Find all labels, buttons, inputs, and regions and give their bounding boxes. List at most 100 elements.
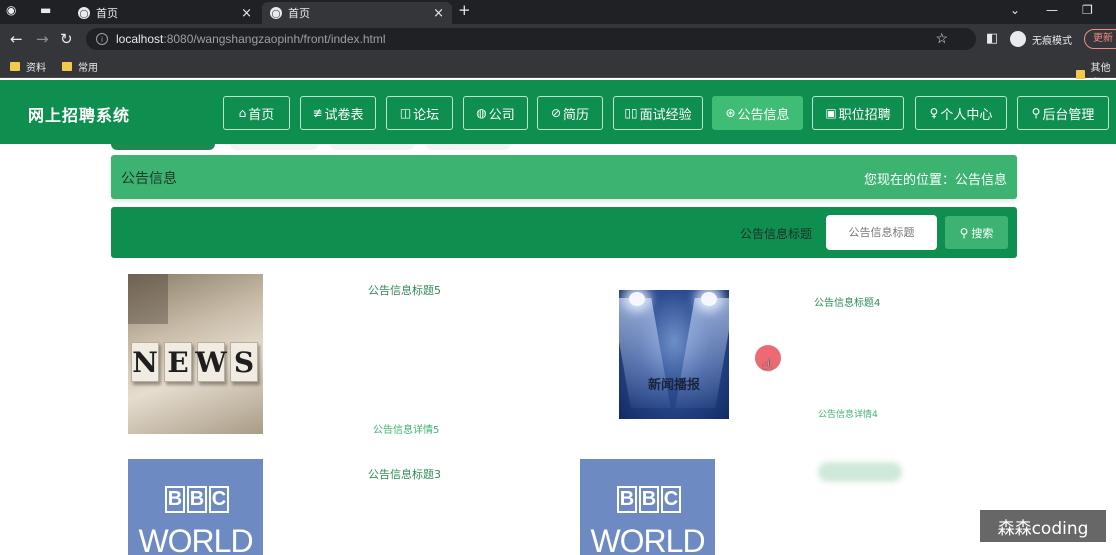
restore-icon[interactable]: ❐ (1082, 3, 1093, 17)
bookmark-star-icon[interactable]: ☆ (935, 30, 948, 47)
search-button-label: 搜索 (971, 226, 994, 240)
nav-forum[interactable]: ◫ 论坛 (386, 96, 453, 130)
search-input[interactable] (826, 215, 937, 250)
hand-cursor-icon: ☝ (762, 356, 773, 376)
tab-list-icon[interactable]: ⌄ (1010, 3, 1020, 17)
nav-label: 试卷表 (324, 107, 364, 123)
tab-search-icon[interactable]: ▬ (40, 3, 51, 17)
news-image-caption: WORLD (590, 523, 705, 555)
nav-admin[interactable]: ⚲ 后台管理 (1017, 96, 1109, 130)
minimize-icon[interactable]: — (1046, 3, 1058, 17)
tab-title: 首页 (96, 7, 118, 20)
search-icon: ⚲ (959, 225, 969, 240)
nav-exam[interactable]: ≢ 试卷表 (300, 96, 376, 130)
news-letter: W (195, 342, 227, 382)
browser-tab-2[interactable]: ◯ 首页 × (262, 2, 452, 24)
nav-label: 首页 (248, 107, 275, 123)
carousel-indicator (111, 144, 215, 150)
nav-label: 简历 (563, 107, 590, 123)
watermark: 森森coding (980, 510, 1106, 542)
browser-toolbar: ← → ↻ i localhost:8080/wangshangzaopinh/… (0, 24, 1116, 54)
new-tab-button[interactable]: + (458, 1, 471, 19)
nav-announcement[interactable]: ⊛ 公告信息 (712, 96, 803, 130)
bookmark-label: 常用 (78, 63, 98, 74)
news-title[interactable]: 公告信息标题5 (368, 282, 441, 298)
nav-label: 个人中心 (940, 107, 993, 123)
nav-interview[interactable]: ▯▯ 面试经验 (613, 96, 703, 130)
folder-icon (1076, 69, 1085, 79)
nav-label: 职位招聘 (838, 107, 891, 123)
nav-resume[interactable]: ⊘ 简历 (537, 96, 603, 130)
news-image[interactable]: B B C WORLD (580, 459, 715, 555)
home-icon: ⌂ (238, 106, 247, 120)
news-image-caption: WORLD (138, 523, 253, 555)
close-tab-icon[interactable]: × (241, 6, 252, 21)
section-title: 公告信息 (121, 171, 177, 187)
site-title: 网上招聘系统 (28, 106, 131, 125)
news-image[interactable]: B B C WORLD (128, 459, 263, 555)
announcement-icon: ⊛ (725, 106, 736, 120)
bookmark-folder[interactable]: 常用 (62, 59, 98, 74)
section-title-bar: 公告信息 您现在的位置：公告信息 (111, 155, 1017, 199)
carousel-indicator (426, 144, 510, 150)
update-button[interactable]: 更新 (1084, 29, 1116, 49)
news-title-placeholder (818, 462, 902, 482)
incognito-label: 无痕模式 (1032, 35, 1072, 47)
folder-icon (62, 62, 72, 71)
reload-icon[interactable]: ↻ (60, 30, 73, 48)
interview-icon: ▯▯ (624, 106, 638, 120)
news-image-caption: 新闻播报 (647, 378, 700, 393)
resume-icon: ⊘ (550, 106, 562, 120)
bookmark-folder[interactable]: 资料 (10, 59, 46, 74)
nav-label: 公告信息 (737, 107, 790, 123)
news-letter: N (131, 342, 159, 382)
browser-menu-icon[interactable]: ◉ (6, 3, 16, 17)
nav-label: 面试经验 (639, 107, 692, 123)
bookmark-label: 资料 (26, 63, 46, 74)
url-host: localhost (116, 32, 164, 46)
tab-title: 首页 (288, 7, 310, 20)
incognito-indicator[interactable]: 无痕模式 (1010, 31, 1072, 47)
nav-label: 论坛 (413, 107, 440, 123)
breadcrumb: 您现在的位置：公告信息 (863, 173, 1007, 188)
url-path: :8080/wangshangzaopinh/front/index.html (163, 32, 386, 46)
back-arrow-icon[interactable]: ← (10, 30, 23, 48)
close-tab-icon[interactable]: × (433, 6, 444, 21)
address-bar[interactable]: i localhost:8080/wangshangzaopinh/front/… (86, 28, 976, 50)
news-letter: E (164, 342, 192, 382)
nav-home[interactable]: ⌂ 首页 (223, 96, 290, 130)
news-image[interactable]: 新闻播报 (619, 290, 729, 419)
browser-tab-strip: ◉ ▬ ◯ 首页 × ◯ 首页 × + ⌄ — ❐ (0, 0, 1116, 24)
jobs-icon: ▣ (825, 106, 837, 120)
nav-company[interactable]: ◍ 公司 (463, 96, 528, 130)
carousel-indicator (230, 144, 318, 150)
link-icon: ⚲ (1031, 106, 1041, 120)
globe-icon: ◯ (78, 7, 90, 19)
search-label: 公告信息标题 (740, 227, 813, 241)
side-panel-icon[interactable]: ◧ (986, 31, 998, 46)
news-title[interactable]: 公告信息标题4 (814, 294, 880, 309)
folder-icon (10, 62, 20, 71)
list-icon: ≢ (312, 106, 323, 120)
news-detail[interactable]: 公告信息详情5 (373, 421, 439, 436)
news-image[interactable]: N E W S (128, 274, 263, 434)
globe-icon: ◍ (476, 106, 487, 120)
browser-tab-1[interactable]: ◯ 首页 × (70, 2, 260, 24)
nav-label: 公司 (488, 107, 515, 123)
nav-label: 后台管理 (1042, 107, 1095, 123)
search-button[interactable]: ⚲ 搜索 (945, 216, 1008, 249)
nav-jobs[interactable]: ▣ 职位招聘 (812, 96, 904, 130)
incognito-icon (1010, 31, 1026, 47)
carousel-indicator (330, 144, 414, 150)
user-icon: ♀ (929, 106, 939, 120)
site-info-icon[interactable]: i (96, 33, 108, 45)
forum-icon: ◫ (399, 106, 412, 120)
site-header: 网上招聘系统 ⌂ 首页 ≢ 试卷表 ◫ 论坛 ◍ 公司 ⊘ 简历 ▯▯ 面试经验 ⊛ 公告信息… (0, 80, 1116, 144)
news-letter: S (230, 342, 258, 382)
bookmarks-bar: 资料 常用 其他书 (0, 54, 1116, 89)
nav-user-center[interactable]: ♀ 个人中心 (915, 96, 1007, 130)
search-bar: 公告信息标题 ⚲ 搜索 (111, 207, 1017, 258)
news-detail[interactable]: 公告信息详情4 (818, 407, 878, 420)
forward-arrow-icon[interactable]: → (36, 30, 49, 48)
news-title[interactable]: 公告信息标题3 (368, 466, 441, 482)
